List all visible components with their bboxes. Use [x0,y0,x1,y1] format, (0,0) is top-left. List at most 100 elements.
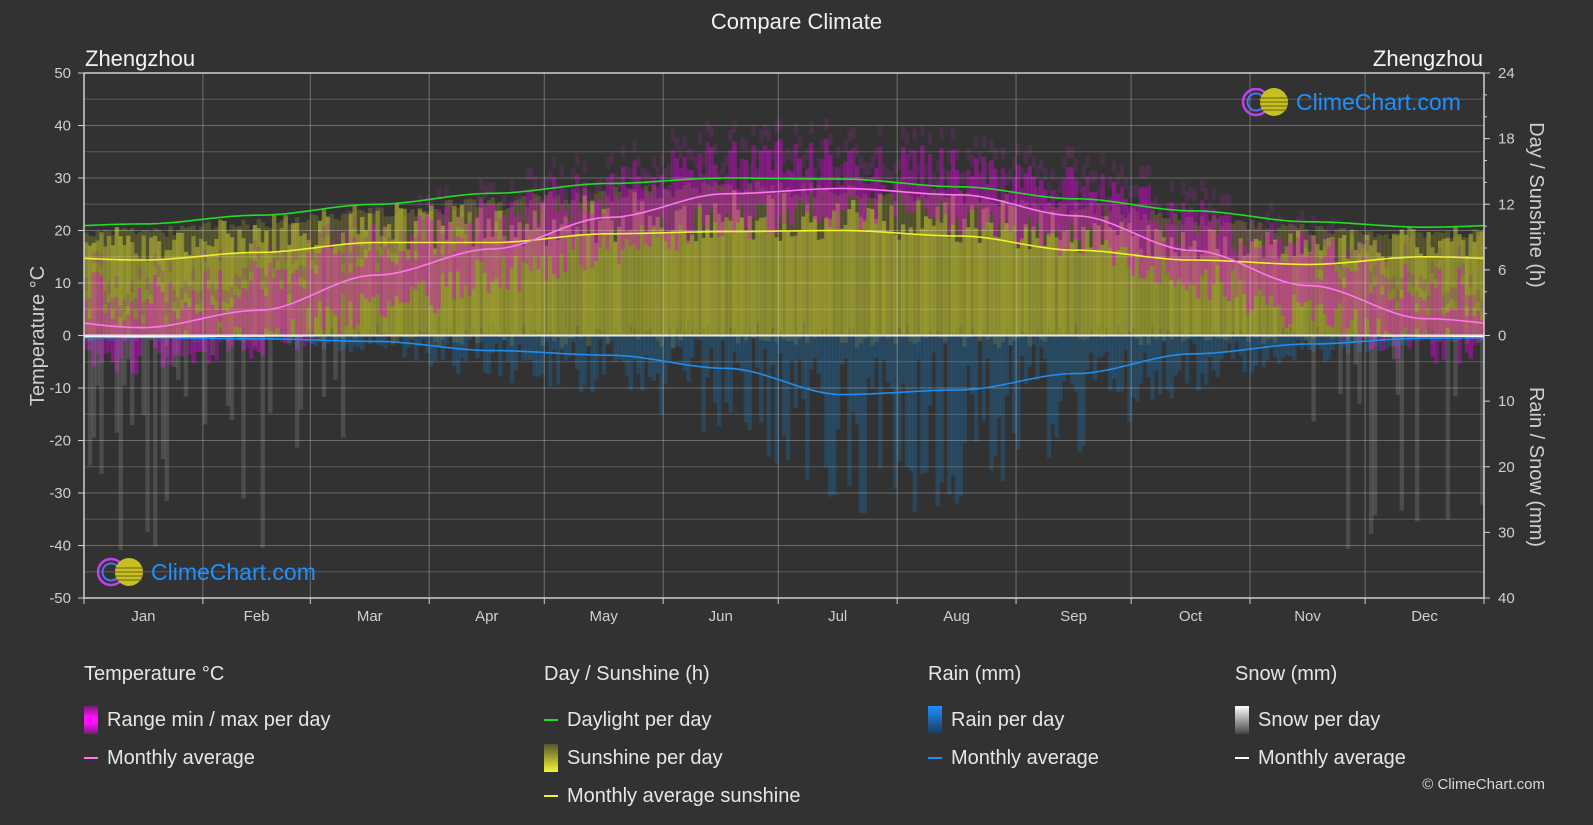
temp-range-day-bar-tip [713,143,718,156]
temp-range-day-bar [1403,264,1408,329]
sunshine-day-bar [947,237,952,336]
temp-range-day-bar [310,268,315,344]
temp-range-day-bar-tip [782,152,787,165]
temp-range-day-bar [1039,180,1044,246]
sunshine-day-bar [705,214,710,336]
temp-range-day-bar-tip [206,267,212,280]
sunshine-day-bar [567,225,572,336]
left-axis-tick-label: 30 [54,170,71,187]
temp-range-day-bar-tip [601,193,607,206]
legend-label: Snow per day [1258,708,1381,731]
temp-range-day-bar-tip [475,194,480,207]
rain-day-bar [482,335,488,373]
rain-day-bar [1042,335,1048,360]
temp-range-day-bar [156,285,162,354]
rain-day-bar [1250,335,1255,373]
rain-avg-line-icon [928,757,942,759]
temp-range-day-bar-tip [1100,152,1105,165]
sunshine-day-bar [916,199,921,336]
temp-range-day-bar [237,297,242,328]
temp-range-day-bar [329,242,334,311]
temp-range-day-bar-tip [179,287,185,300]
temp-range-day-bar-tip [1441,295,1447,308]
temp-range-day-bar-tip [1142,166,1148,179]
rain-day-bar [1292,335,1297,361]
sunshine-day-bar [816,239,822,336]
temp-range-day-bar [513,216,519,257]
temp-range-day-bar [410,233,415,287]
temp-range-day-bar-tip [1046,181,1052,194]
left-axis-tick-label: -40 [49,538,71,555]
legend-item-sunshine: Sunshine per day [544,739,800,777]
temp-range-day-bar [1265,232,1270,305]
legend-label: Monthly average [1258,746,1406,769]
temp-range-day-bar [1019,188,1025,241]
temp-range-day-bar [851,148,856,199]
temp-range-day-bar [107,302,112,353]
snow-day-bar [172,335,177,368]
rain-day-bar [1257,335,1263,347]
temp-range-day-bar [279,289,285,336]
temp-range-day-bar-tip [302,267,308,280]
rain-day-bar [463,335,469,362]
temp-range-day-bar [1230,247,1236,271]
temp-range-day-bar [233,295,239,327]
temp-range-day-bar-tip [548,169,553,182]
logo-top-right[interactable]: ClimeChart.com [1240,86,1461,118]
rain-day-bar [1180,335,1186,354]
rain-day-bar [1326,335,1332,360]
sunshine-day-bar [701,237,706,336]
rain-day-bar [797,335,802,360]
temp-range-day-bar [1138,187,1144,278]
rain-day-bar [360,335,365,351]
temp-range-day-bar-tip [1042,168,1048,181]
temp-range-day-bar [908,170,914,213]
rain-day-bar [1142,335,1148,353]
rain-day-bar [444,335,449,345]
temp-range-day-bar-tip [594,180,599,193]
temp-range-day-bar-tip [609,152,614,165]
temp-range-day-bar [644,190,649,245]
temp-range-day-bar-tip [567,200,572,213]
temp-range-day-bar-tip [973,137,979,150]
temp-range-day-bar [762,145,768,205]
temp-range-day-bar [1207,222,1213,301]
snow-day-bar [1311,335,1316,422]
sunshine-day-bar [1042,246,1048,336]
sunshine-day-bar [720,221,726,336]
left-axis-tick-label: 0 [63,328,71,345]
temp-range-day-bar [1119,185,1125,247]
temp-range-day-bar [1134,205,1140,254]
temp-range-day-bar [1472,315,1477,345]
temp-range-day-bar-tip [1111,160,1117,173]
sunshine-day-bar [920,228,925,336]
temp-range-day-bar [843,161,848,211]
rain-day-bar [736,335,741,364]
daily-bars-layer [84,118,1484,551]
rain-day-bar [509,335,515,384]
rain-day-bar [459,335,465,359]
rain-day-bar [578,335,584,393]
logo-bottom-left[interactable]: ClimeChart.com [95,556,316,588]
temp-range-day-bar-tip [394,243,400,256]
temp-range-day-bar [482,206,488,273]
temp-range-day-bar-tip [1204,187,1209,200]
rain-day-bar [690,335,695,358]
temp-range-day-bar-tip [1472,294,1477,307]
rain-day-bar [1115,335,1121,393]
temp-range-day-bar [1299,230,1305,307]
temp-range-day-bar-tip [1023,151,1029,164]
temp-range-day-bar-tip [1092,170,1098,183]
temp-range-day-bar-tip [597,178,603,191]
temp-range-day-bar [1077,201,1082,241]
temp-range-day-bar-tip [1065,146,1071,159]
rain-day-bar [866,335,871,378]
temp-range-day-bar [571,188,576,250]
temp-range-day-bar [179,308,185,357]
temp-range-day-bar [459,237,465,299]
temp-range-day-bar-tip [130,280,135,293]
temp-range-day-bar-tip [789,150,795,163]
temp-range-day-bar-tip [1085,155,1090,168]
rain-day-bar [793,335,799,408]
rain-day-bar [513,335,519,371]
